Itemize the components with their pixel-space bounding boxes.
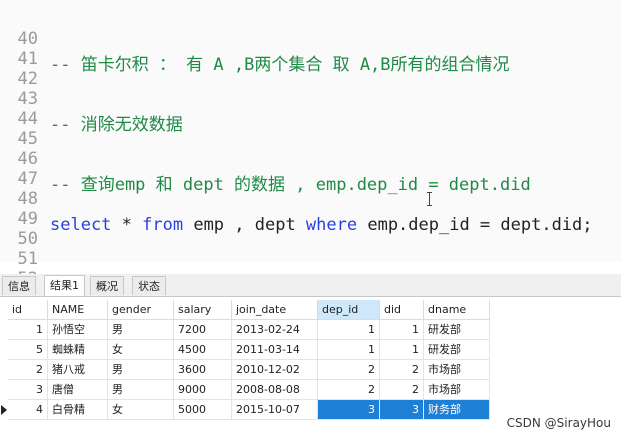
cell-name[interactable]: 猪八戒	[48, 360, 108, 380]
column-header-dep-id[interactable]: dep_id	[318, 300, 380, 320]
cell-salary[interactable]: 3600	[174, 360, 232, 380]
cell-salary[interactable]: 7200	[174, 320, 232, 340]
result-tabs: 信息 结果1 概况 状态	[0, 274, 621, 297]
cell-dname[interactable]: 研发部	[424, 320, 490, 340]
column-header-gender[interactable]: gender	[108, 300, 174, 320]
cell-salary[interactable]: 9000	[174, 380, 232, 400]
cell-did[interactable]: 2	[380, 360, 424, 380]
cell-id[interactable]: 1	[8, 320, 48, 340]
column-header-did[interactable]: did	[380, 300, 424, 320]
cell-join-date[interactable]: 2013-02-24	[232, 320, 318, 340]
cell-dep-id[interactable]: 2	[318, 360, 380, 380]
cell-id[interactable]: 4	[8, 400, 48, 420]
cell-dep-id[interactable]: 2	[318, 380, 380, 400]
sql-editor[interactable]: 40 -- 笛卡尔积 ： 有 A ,B两个集合 取 A,B所有的组合情况 41 …	[0, 0, 621, 289]
cell-id[interactable]: 3	[8, 380, 48, 400]
cell-did[interactable]: 1	[380, 340, 424, 360]
cell-gender[interactable]: 男	[108, 360, 174, 380]
column-header-salary[interactable]: salary	[174, 300, 232, 320]
cell-dep-id[interactable]: 3	[318, 400, 380, 420]
cell-did[interactable]: 2	[380, 380, 424, 400]
cell-gender[interactable]: 男	[108, 320, 174, 340]
cell-dname[interactable]: 财务部	[424, 400, 490, 420]
cell-join-date[interactable]: 2008-08-08	[232, 380, 318, 400]
watermark: CSDN @SirayHou	[506, 416, 611, 430]
cell-id[interactable]: 5	[8, 340, 48, 360]
tab-result1[interactable]: 结果1	[44, 275, 85, 296]
cell-gender[interactable]: 女	[108, 400, 174, 420]
cell-name[interactable]: 孙悟空	[48, 320, 108, 340]
cell-dname[interactable]: 研发部	[424, 340, 490, 360]
column-header-dname[interactable]: dname	[424, 300, 490, 320]
tab-overview[interactable]: 概况	[90, 276, 124, 295]
cell-salary[interactable]: 4500	[174, 340, 232, 360]
cell-name[interactable]: 白骨精	[48, 400, 108, 420]
tab-info[interactable]: 信息	[2, 276, 36, 295]
column-header-join-date[interactable]: join_date	[232, 300, 318, 320]
cell-dep-id[interactable]: 1	[318, 320, 380, 340]
cell-gender[interactable]: 男	[108, 380, 174, 400]
cell-id[interactable]: 2	[8, 360, 48, 380]
cell-dname[interactable]: 市场部	[424, 380, 490, 400]
cell-join-date[interactable]: 2015-10-07	[232, 400, 318, 420]
cell-dname[interactable]: 市场部	[424, 360, 490, 380]
text-cursor-icon	[427, 192, 433, 206]
column-header-name[interactable]: NAME	[48, 300, 108, 320]
code-line-52: 52	[0, 240, 621, 289]
cell-did[interactable]: 1	[380, 320, 424, 340]
cell-name[interactable]: 蜘蛛精	[48, 340, 108, 360]
cell-did[interactable]: 3	[380, 400, 424, 420]
row-pointer-icon	[0, 400, 8, 420]
cell-gender[interactable]: 女	[108, 340, 174, 360]
tab-status[interactable]: 状态	[132, 276, 166, 295]
cell-salary[interactable]: 5000	[174, 400, 232, 420]
column-header-id[interactable]: id	[8, 300, 48, 320]
cell-join-date[interactable]: 2011-03-14	[232, 340, 318, 360]
cell-join-date[interactable]: 2010-12-02	[232, 360, 318, 380]
cell-dep-id[interactable]: 1	[318, 340, 380, 360]
cell-name[interactable]: 唐僧	[48, 380, 108, 400]
